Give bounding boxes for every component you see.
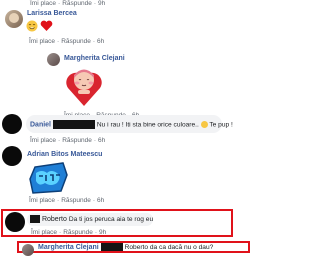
avatar[interactable] <box>5 212 25 232</box>
super-sticker-icon <box>27 161 69 195</box>
avatar[interactable] <box>2 114 22 134</box>
avatar[interactable] <box>47 53 60 66</box>
avatar[interactable] <box>2 146 22 166</box>
redacted-name <box>30 215 40 223</box>
comment-actions: Îmi place·Răspunde·6h <box>30 137 106 144</box>
comment-time: 6h <box>97 38 105 45</box>
comment-time: 6h <box>98 137 106 144</box>
comment-author[interactable]: Larissa Bercea <box>27 10 77 17</box>
comment-author[interactable]: Adrian Bitos Mateescu <box>27 151 102 158</box>
comment-author[interactable]: Margherita Clejani <box>64 55 125 62</box>
comment-author[interactable]: Roberto <box>42 216 67 223</box>
like-link[interactable]: Îmi place <box>30 0 56 7</box>
like-link[interactable]: Îmi place <box>30 137 56 144</box>
redacted-name <box>52 120 95 129</box>
comment-time: 9h <box>98 0 106 7</box>
smiley-icon <box>200 121 208 128</box>
comment-text-tail: Te pup ! <box>207 121 233 129</box>
avatar[interactable] <box>22 244 34 256</box>
comment-actions: Îmi place·Răspunde·6h <box>29 197 105 204</box>
avatar[interactable] <box>5 10 23 28</box>
like-link[interactable]: Îmi place <box>31 229 57 236</box>
comment-text: Da ti jos peruca aia te rog eu <box>68 215 154 223</box>
reply-link[interactable]: Răspunde <box>62 137 92 144</box>
reply-link[interactable]: Răspunde <box>63 229 93 236</box>
comment-actions: Îmi place·Răspunde·6h <box>29 38 105 45</box>
comment-time: 9h <box>99 229 107 236</box>
comment-text: Nu i rau ! Iti sta bine orice culoare.. <box>96 121 201 129</box>
comment-actions-top: Îmi place · Răspunde · 9h <box>30 0 106 7</box>
comment-time: 6h <box>97 197 105 204</box>
heart-hug-sticker-icon <box>64 66 104 108</box>
comment-author[interactable]: Daniel <box>30 121 51 128</box>
like-link[interactable]: Îmi place <box>29 197 55 204</box>
comment-bubble: Daniel Nu i rau ! Iti sta bine orice cul… <box>26 115 233 133</box>
comment-actions: Îmi place · Răspunde · 9h <box>31 229 107 236</box>
reply-link[interactable]: Răspunde <box>62 0 92 7</box>
comment-bubble: Roberto Da ti jos peruca aia te rog eu <box>27 213 153 226</box>
emoji-face-icon <box>26 20 38 32</box>
reply-link[interactable]: Răspunde <box>61 197 91 204</box>
heart-icon <box>40 20 53 32</box>
reply-link[interactable]: Răspunde <box>61 38 91 45</box>
like-link[interactable]: Îmi place <box>29 38 55 45</box>
